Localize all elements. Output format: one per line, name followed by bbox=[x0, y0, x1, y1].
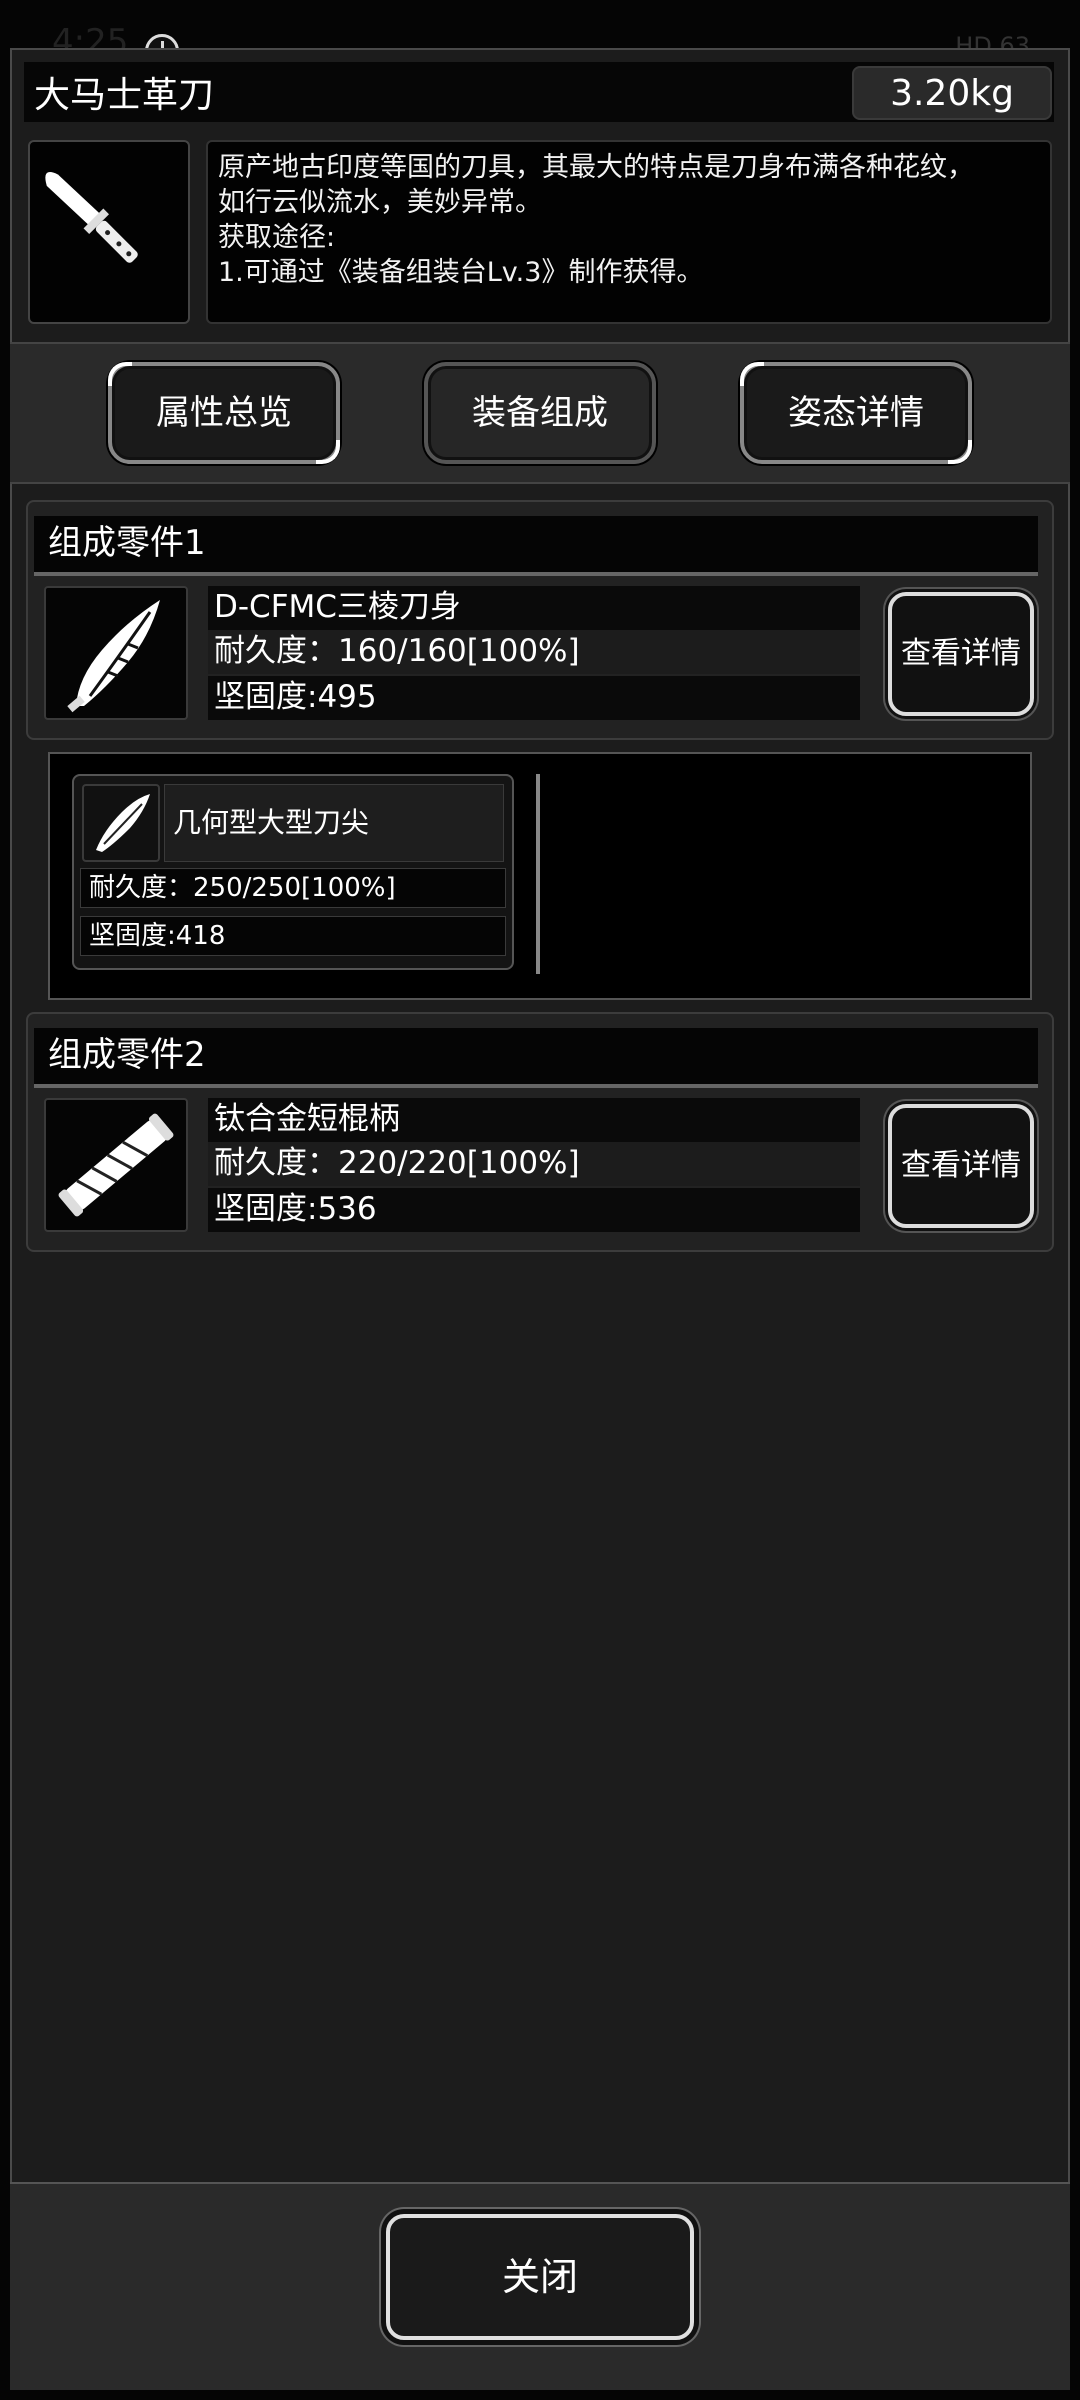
tab-attributes-overview[interactable]: 属性总览 bbox=[108, 362, 340, 464]
part-name: D-CFMC三棱刀身 bbox=[208, 586, 860, 630]
part-durability: 耐久度：160/160[100%] bbox=[208, 630, 860, 674]
tab-stance-details[interactable]: 姿态详情 bbox=[740, 362, 972, 464]
knife-icon bbox=[45, 172, 138, 263]
item-weight: 3.20kg bbox=[852, 66, 1052, 120]
tab-equipment-composition[interactable]: 装备组成 bbox=[424, 362, 656, 464]
part-name: 钛合金短棍柄 bbox=[208, 1098, 860, 1142]
part-section-title: 组成零件2 bbox=[34, 1028, 1038, 1088]
sub-part-hardness: 坚固度:418 bbox=[80, 916, 506, 956]
item-description: 原产地古印度等国的刀具，其最大的特点是刀身布满各种花纹， 如行云似流水，美妙异常… bbox=[206, 140, 1052, 324]
close-button[interactable]: 关闭 bbox=[386, 2214, 694, 2340]
part-hardness: 坚固度:536 bbox=[208, 1188, 860, 1232]
part-icon-frame bbox=[44, 1098, 188, 1232]
sub-part-durability: 耐久度：250/250[100%] bbox=[80, 868, 506, 908]
description-line: 如行云似流水，美妙异常。 bbox=[218, 187, 542, 218]
description-line: 原产地古印度等国的刀具，其最大的特点是刀身布满各种花纹， bbox=[218, 152, 974, 183]
handle-icon bbox=[58, 1113, 174, 1217]
composition-content bbox=[18, 492, 1062, 2182]
sub-part-icon-frame bbox=[82, 784, 160, 862]
blade-icon bbox=[67, 600, 160, 713]
part-icon-frame bbox=[44, 586, 188, 720]
description-line: 1.可通过《装备组装台Lv.3》制作获得。 bbox=[218, 257, 704, 288]
item-name: 大马士革刀 bbox=[34, 75, 215, 116]
item-icon-frame bbox=[28, 140, 190, 324]
sub-part-name: 几何型大型刀尖 bbox=[164, 784, 504, 862]
sub-parts-scrollbar[interactable] bbox=[536, 774, 540, 974]
part-durability: 耐久度：220/220[100%] bbox=[208, 1142, 860, 1186]
description-line: 获取途径: bbox=[218, 222, 336, 253]
view-details-button-1[interactable]: 查看详情 bbox=[888, 592, 1034, 716]
part-section-title: 组成零件1 bbox=[34, 516, 1038, 576]
part-hardness: 坚固度:495 bbox=[208, 676, 860, 720]
blade-tip-icon bbox=[96, 794, 150, 852]
view-details-button-2[interactable]: 查看详情 bbox=[888, 1104, 1034, 1228]
